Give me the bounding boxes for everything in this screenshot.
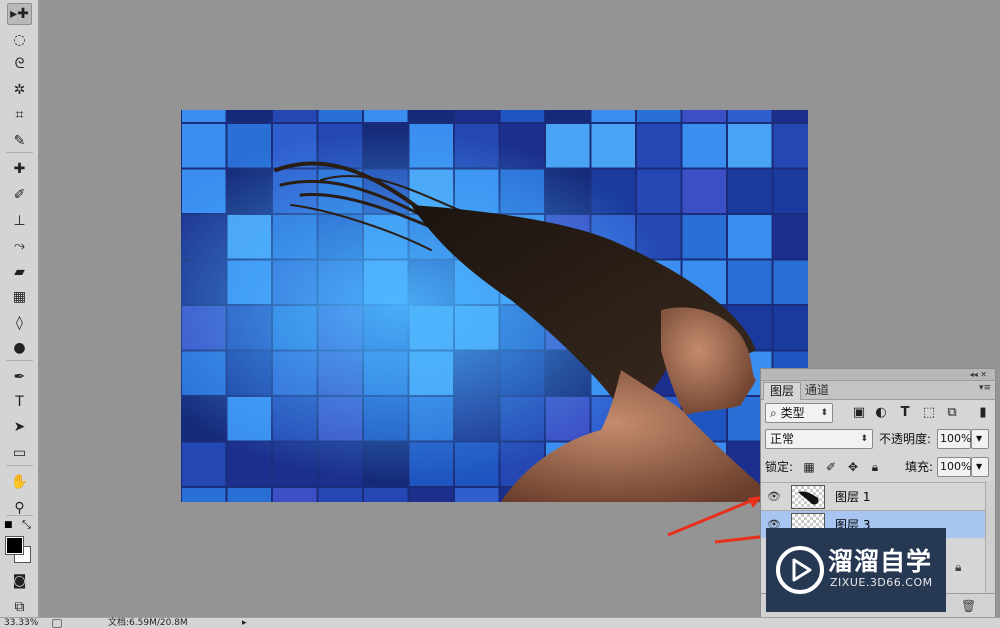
history-brush-tool-icon[interactable]: ⤳ bbox=[7, 235, 32, 257]
smart-object-filter-icon[interactable]: ⧉ bbox=[944, 403, 960, 423]
layers-scrollbar[interactable] bbox=[985, 481, 995, 593]
rectangle-tool-icon[interactable]: ▭ bbox=[7, 442, 32, 464]
layer-row[interactable]: 👁︎ 图层 1 bbox=[761, 482, 995, 510]
blur-tool-icon[interactable]: ◊ bbox=[7, 312, 32, 334]
lock-all-icon[interactable]: 🔒︎ bbox=[867, 457, 883, 477]
select-caret-icon: ⬍ bbox=[820, 408, 828, 418]
healing-brush-tool-icon[interactable]: ✚ bbox=[7, 158, 32, 180]
panel-collapse-bar[interactable]: ◂◂ ✕ bbox=[761, 369, 995, 381]
swap-colors-icon[interactable]: ⤡ bbox=[22, 518, 31, 532]
image-filter-icon[interactable]: ▣ bbox=[851, 403, 867, 423]
opacity-label: 不透明度: bbox=[879, 432, 932, 446]
marquee-tool-icon[interactable]: ◌ bbox=[7, 29, 32, 51]
status-bar: 33.33% 文档:6.59M/20.8M ▸ bbox=[0, 617, 1000, 628]
visibility-eye-icon[interactable]: 👁︎ bbox=[767, 490, 781, 504]
layer-lock-badge-icon: 🔒︎ bbox=[955, 560, 962, 574]
watermark-title: 溜溜自学 bbox=[828, 547, 933, 576]
filter-toggle-icon[interactable]: ▮ bbox=[975, 403, 991, 423]
lock-label: 锁定: bbox=[765, 460, 794, 474]
document-size: 文档:6.59M/20.8M bbox=[108, 618, 188, 628]
filter-row: ⌕ 类型 ⬍ ▣ ◐ T ⬚ ⧉ ▮ bbox=[761, 403, 995, 423]
watermark-url: ZIXUE.3D66.COM bbox=[830, 576, 933, 589]
fill-label: 填充: bbox=[905, 460, 934, 474]
tab-channels[interactable]: 通道 bbox=[799, 382, 835, 400]
foreground-color-swatch[interactable] bbox=[5, 536, 24, 555]
crop-tool-icon[interactable]: ⌗ bbox=[7, 104, 32, 126]
filter-kind-label: 类型 bbox=[780, 406, 805, 420]
toolbar-divider bbox=[6, 152, 33, 153]
tab-layers[interactable]: 图层 bbox=[763, 382, 802, 400]
toolbar-divider bbox=[6, 360, 33, 361]
fill-input[interactable]: 100% bbox=[937, 457, 971, 477]
quick-select-tool-icon[interactable]: ✲ bbox=[7, 79, 32, 101]
blend-mode-select[interactable]: 正常 ⬍ bbox=[765, 429, 873, 449]
toolbar-divider bbox=[6, 515, 33, 516]
adjustment-filter-icon[interactable]: ◐ bbox=[873, 403, 889, 423]
screen-mode-tool-icon[interactable]: ⧉ bbox=[7, 596, 32, 618]
zoom-level[interactable]: 33.33% bbox=[4, 618, 38, 628]
type-tool-icon[interactable]: T bbox=[7, 391, 32, 413]
status-info-icon[interactable] bbox=[52, 619, 62, 628]
search-icon: ⌕ bbox=[770, 406, 777, 420]
brush-tool-icon[interactable]: ✐ bbox=[7, 184, 32, 206]
pen-tool-icon[interactable]: ✒ bbox=[7, 366, 32, 388]
eyedropper-tool-icon[interactable]: ✎ bbox=[7, 130, 32, 152]
fill-dropdown-icon[interactable]: ▼ bbox=[971, 457, 989, 477]
layer-thumbnail bbox=[791, 485, 825, 509]
default-colors-icon[interactable]: ■ bbox=[4, 520, 13, 530]
quick-mask-tool-icon[interactable]: ◙ bbox=[7, 570, 32, 592]
path-select-tool-icon[interactable]: ➤ bbox=[7, 416, 32, 438]
status-menu-arrow-icon[interactable]: ▸ bbox=[242, 618, 247, 628]
eraser-tool-icon[interactable]: ▰ bbox=[7, 261, 32, 283]
panel-menu-icon[interactable]: ▾≡ bbox=[979, 383, 991, 393]
opacity-dropdown-icon[interactable]: ▼ bbox=[971, 429, 989, 449]
lock-pixels-icon[interactable]: ✐ bbox=[823, 457, 839, 477]
shape-filter-icon[interactable]: ⬚ bbox=[921, 403, 937, 423]
clone-stamp-tool-icon[interactable]: ⊥ bbox=[7, 210, 32, 232]
opacity-input[interactable]: 100% bbox=[937, 429, 971, 449]
lasso-tool-icon[interactable]: ᘓ bbox=[7, 53, 32, 75]
type-filter-icon[interactable]: T bbox=[897, 403, 913, 423]
toolbar-divider bbox=[6, 465, 33, 466]
tools-panel: ▸✚ ◌ ᘓ ✲ ⌗ ✎ ✚ ✐ ⊥ ⤳ ▰ ▦ ◊ ● ✒ T ➤ ▭ ✋ ⚲ ◙ ⧉ ■ ⤡ bbox=[0, 0, 39, 628]
blend-mode-value: 正常 bbox=[770, 432, 795, 446]
watermark-logo: 溜溜自学 ZIXUE.3D66.COM bbox=[766, 528, 946, 612]
gradient-tool-icon[interactable]: ▦ bbox=[7, 286, 32, 308]
document-canvas[interactable] bbox=[181, 110, 808, 502]
canvas-image bbox=[181, 110, 808, 502]
move-tool-icon[interactable]: ▸✚ bbox=[7, 3, 32, 25]
lock-transparent-icon[interactable]: ▦ bbox=[801, 457, 817, 477]
lock-row: 锁定: ▦ ✐ ✥ 🔒︎ 填充: 100% ▼ bbox=[761, 457, 995, 479]
trash-icon[interactable]: 🗑︎ bbox=[961, 599, 976, 613]
watermark-play-icon bbox=[776, 546, 824, 594]
filter-kind-select[interactable]: ⌕ 类型 ⬍ bbox=[765, 403, 833, 423]
select-caret-icon: ⬍ bbox=[860, 434, 868, 444]
dodge-tool-icon[interactable]: ● bbox=[7, 337, 32, 359]
blend-row: 正常 ⬍ 不透明度: 100% ▼ bbox=[761, 429, 995, 451]
hand-tool-icon[interactable]: ✋ bbox=[7, 471, 32, 493]
layer-name[interactable]: 图层 1 bbox=[835, 488, 870, 506]
panel-tabs: 图层 通道 ▾≡ bbox=[761, 381, 995, 400]
lock-position-icon[interactable]: ✥ bbox=[845, 457, 861, 477]
